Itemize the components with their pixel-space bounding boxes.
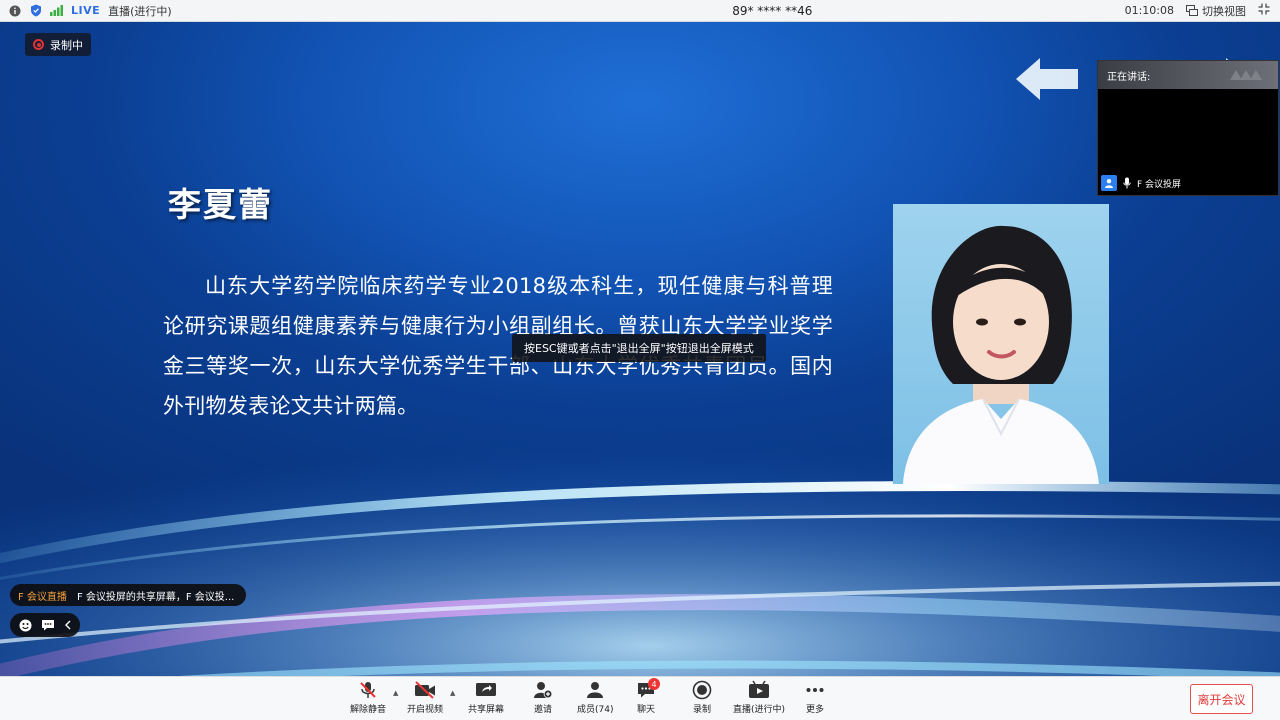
live-label: LIVE (71, 4, 101, 17)
more-button[interactable]: 更多 (805, 680, 825, 715)
live-status: 直播(进行中) (108, 4, 172, 18)
meeting-timer: 01:10:08 (1124, 4, 1174, 17)
share-screen-icon (476, 683, 496, 696)
record-icon (692, 680, 712, 700)
slide-person-name: 李夏蕾 (168, 185, 273, 224)
chat-bubble-icon[interactable] (41, 619, 55, 631)
recording-badge[interactable]: 录制中 (25, 33, 91, 56)
fullscreen-hint-toast: 按ESC键或者点击"退出全屏"按钮退出全屏模式 (512, 334, 766, 362)
meeting-window: LIVE 直播(进行中) 89* **** **46 01:10:08 切换视图 (0, 0, 1280, 720)
chat-button[interactable]: 4 聊天 (636, 678, 660, 715)
more-label: 更多 (805, 705, 824, 715)
start-video-label: 开启视频 (407, 705, 444, 715)
audio-options-caret-icon[interactable]: ▲ (393, 689, 398, 697)
switch-view-icon (1186, 5, 1198, 16)
switch-view-button[interactable]: 切换视图 (1186, 3, 1246, 19)
microphone-icon (1123, 177, 1131, 189)
chat-ticker-message: F 会议投屏的共享屏幕，F 会议投... (76, 591, 235, 603)
invite-button[interactable]: 邀请 (533, 680, 553, 715)
record-label: 录制 (692, 705, 711, 715)
recording-label: 录制中 (50, 38, 83, 52)
live-stream-button[interactable]: 直播(进行中) (733, 680, 785, 715)
previous-slide-arrow-icon[interactable] (1014, 56, 1080, 102)
chat-quick-tools (10, 613, 80, 637)
add-user-icon (534, 682, 553, 699)
top-bar-left: LIVE 直播(进行中) (0, 3, 420, 19)
microphone-muted-icon (360, 682, 376, 698)
more-dots-icon (806, 688, 824, 692)
portrait-illustration (903, 225, 1099, 484)
speaker-participant-name: F 会议投屏 (1137, 179, 1182, 190)
switch-view-label: 切换视图 (1202, 4, 1246, 18)
start-video-button[interactable]: 开启视频 (407, 680, 443, 715)
members-button[interactable]: 成员(74) (577, 680, 613, 715)
members-label: 成员(74) (577, 705, 614, 715)
top-bar-right: 01:10:08 切换视图 (1125, 3, 1280, 19)
collapse-chevron-icon[interactable] (64, 620, 72, 630)
meeting-id: 89* **** **46 (732, 3, 813, 18)
fullscreen-exit-icon[interactable] (1258, 3, 1270, 18)
record-button[interactable]: 录制 (692, 680, 712, 715)
share-screen-label: 共享屏幕 (468, 705, 505, 715)
speaker-panel-title: 正在讲话: (1107, 71, 1151, 83)
share-screen-button[interactable]: 共享屏幕 (468, 680, 504, 715)
portrait-photo (893, 204, 1109, 484)
unmute-label: 解除静音 (350, 705, 387, 715)
recording-icon (33, 39, 44, 50)
video-options-caret-icon[interactable]: ▲ (450, 689, 455, 697)
speaker-panel-footer: F 会议投屏 (1098, 171, 1278, 195)
video-camera-off-icon (415, 681, 435, 699)
speaker-panel[interactable]: 正在讲话: F 会议投屏 (1097, 60, 1279, 196)
shield-icon[interactable] (29, 4, 42, 17)
signal-icon[interactable] (50, 4, 63, 17)
speaker-panel-header: 正在讲话: (1098, 61, 1278, 89)
live-stream-icon (749, 680, 770, 698)
invite-label: 邀请 (533, 705, 552, 715)
chat-unread-badge: 4 (648, 678, 660, 690)
info-icon[interactable] (8, 4, 21, 17)
leave-meeting-button[interactable]: 离开会议 (1190, 684, 1253, 714)
participant-avatar-icon (1101, 175, 1117, 191)
speaker-panel-logo-icon (1230, 70, 1262, 80)
live-stream-label: 直播(进行中) (733, 705, 786, 715)
shared-screen: 录制中 李夏蕾 山东大学药学院临床药学专业2018级本科生，现任健康与科普理论研… (0, 22, 1280, 676)
chat-ticker[interactable]: F 会议直播 F 会议投屏的共享屏幕，F 会议投... (10, 584, 247, 606)
emoji-icon[interactable] (19, 619, 32, 632)
members-icon (587, 682, 604, 698)
top-bar: LIVE 直播(进行中) 89* **** **46 01:10:08 切换视图 (0, 0, 1280, 22)
chat-ticker-tag: F 会议直播 (18, 591, 67, 603)
chat-label: 聊天 (636, 705, 655, 715)
bottom-toolbar: 解除静音 ▲ 开启视频 ▲ 共享屏幕 邀请 成员(74) 4 聊天 录制 直播(… (0, 676, 1280, 720)
unmute-button[interactable]: 解除静音 (350, 680, 386, 715)
